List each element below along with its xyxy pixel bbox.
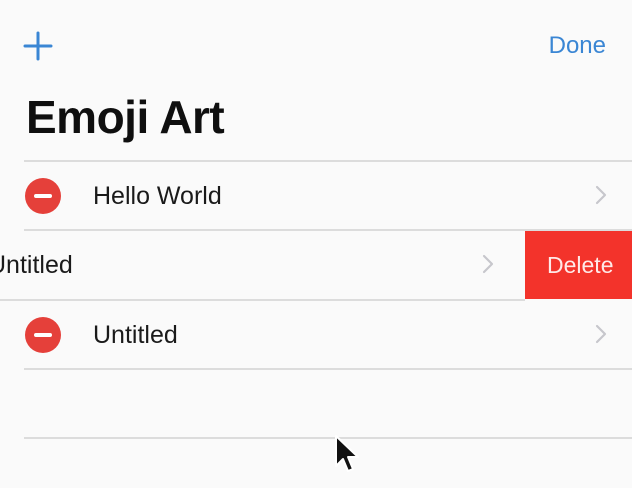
chevron-right-icon	[595, 324, 607, 344]
page-title: Emoji Art	[26, 91, 225, 143]
chevron-right-icon	[482, 254, 494, 274]
chevron-right-icon	[595, 185, 607, 205]
document-title: Untitled	[93, 321, 178, 349]
delete-toggle-icon[interactable]	[25, 317, 61, 353]
mouse-pointer-icon	[335, 435, 359, 472]
list-item[interactable]: Untitled Delete	[0, 231, 632, 299]
navigation-bar: Done	[0, 0, 632, 90]
separator	[24, 368, 632, 370]
plus-icon	[23, 31, 53, 61]
delete-toggle-icon[interactable]	[25, 178, 61, 214]
done-button[interactable]: Done	[549, 32, 606, 60]
document-title: Hello World	[93, 182, 222, 210]
separator	[24, 437, 632, 439]
list-item[interactable]: Hello World	[0, 162, 632, 230]
add-document-button[interactable]	[22, 30, 54, 62]
delete-button[interactable]: Delete	[525, 231, 632, 299]
list-item[interactable]: Untitled	[0, 301, 632, 369]
row-content: Hello World	[0, 162, 632, 230]
row-content: Untitled	[0, 301, 632, 369]
app-screen: Done Emoji Art Hello World Untitled Dele…	[0, 0, 632, 488]
document-title: Untitled	[0, 251, 73, 279]
